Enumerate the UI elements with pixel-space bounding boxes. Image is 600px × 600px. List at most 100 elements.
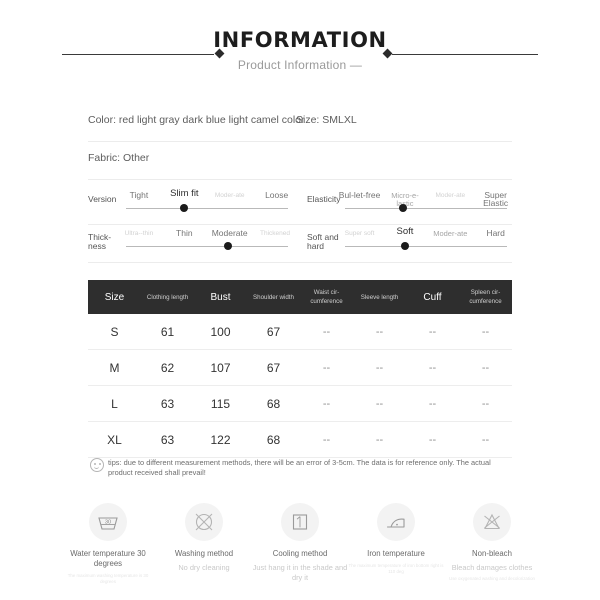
tick-label: Tight	[129, 190, 149, 200]
tick-label: Hard	[486, 228, 505, 238]
cell-bust: 107	[210, 360, 231, 375]
cell-cuff: --	[428, 397, 437, 410]
care-faint-note: The maximum washing temperature is 30 de…	[67, 573, 149, 584]
table-header-cell: Cuff	[423, 291, 442, 303]
tips-note: tips: due to different measurement metho…	[90, 458, 514, 478]
care-title: Water temperature 30 degrees	[70, 549, 146, 568]
care-instructions: 30 Water temperature 30 degrees The maxi…	[60, 503, 540, 586]
table-header-cell: Sleeve length	[360, 293, 399, 301]
cell-length: 63	[160, 396, 175, 411]
hang-dry-icon	[281, 503, 319, 541]
tick-label: Moder-ate	[214, 192, 245, 199]
cell-bust: 100	[210, 324, 231, 339]
tick-label: Ultra--thin	[124, 230, 154, 237]
tick-label-selected: Moderate	[211, 228, 248, 238]
care-title: Non-bleach	[472, 549, 512, 558]
attribute-thickness: Thick-ness Ultra--thin Thin Moderate Thi…	[88, 224, 293, 262]
tick-label: Moder-ate	[433, 229, 468, 238]
table-header-cell: Clothing length	[146, 293, 189, 301]
no-bleach-icon	[473, 503, 511, 541]
cell-spleen: --	[481, 397, 490, 410]
smiley-face-icon	[90, 458, 104, 472]
table-row: XL 63 122 68 -- -- -- --	[88, 422, 512, 458]
table-header-cell: Size	[104, 291, 125, 303]
attribute-version: Version Tight Slim fit Moder-ate Loose	[88, 186, 293, 224]
wash-tub-30-icon: 30	[89, 503, 127, 541]
care-title: Washing method	[174, 549, 234, 558]
tick-label: Moder-ate	[435, 192, 466, 199]
care-title: Cooling method	[272, 549, 328, 558]
slider[interactable]: Tight Slim fit Moder-ate Loose	[126, 186, 288, 224]
cell-shoulder: 68	[266, 432, 281, 447]
cell-spleen: --	[481, 361, 490, 374]
cell-cuff: --	[428, 361, 437, 374]
tick-label: Super Elastic	[483, 190, 509, 208]
cell-waist: --	[322, 433, 331, 446]
product-information-page: INFORMATION Product Information — Color:…	[0, 0, 600, 600]
table-row: L 63 115 68 -- -- -- --	[88, 386, 512, 422]
table-header-cell: Spleen cir-cumference	[469, 289, 502, 305]
cell-bust: 115	[210, 396, 231, 411]
attribute-elasticity: Elasticity Bul-let-free Micro-e-lastic M…	[307, 186, 512, 224]
svg-text:30: 30	[105, 520, 111, 526]
care-item-iron-temperature: Iron temperature The maximum temperature…	[348, 503, 444, 586]
care-item-cooling-method: Cooling method Just hang it in the shade…	[252, 503, 348, 586]
header-rule-right	[392, 54, 538, 55]
info-row: Color: red light gray dark blue light ca…	[88, 103, 512, 142]
table-header-cell: Waist cir-cumference	[310, 289, 343, 305]
slider[interactable]: Super soft Soft Moder-ate Hard	[345, 224, 507, 262]
cell-sleeve: --	[375, 361, 384, 374]
table-header-cell: Bust	[210, 291, 231, 303]
cell-cuff: --	[428, 433, 437, 446]
iron-icon	[377, 503, 415, 541]
table-row: M 62 107 67 -- -- -- --	[88, 350, 512, 386]
cell-waist: --	[322, 361, 331, 374]
cell-shoulder: 68	[266, 396, 281, 411]
size-value: Size: SMLXL	[296, 114, 357, 126]
table-header-row: Size Clothing length Bust Shoulder width…	[88, 280, 512, 314]
tick-label-selected: Slim fit	[170, 188, 199, 199]
slider-track	[126, 246, 288, 247]
header-rule-left	[62, 54, 214, 55]
tips-text: tips: due to different measurement metho…	[108, 458, 491, 477]
table-header-cell: Shoulder width	[253, 293, 294, 301]
care-title: Iron temperature	[367, 549, 425, 558]
slider-thumb[interactable]	[399, 204, 408, 212]
divider	[88, 262, 512, 263]
cell-length: 61	[160, 324, 175, 339]
tick-label: Thin	[176, 228, 193, 238]
slider-track	[126, 208, 288, 209]
info-row-color-size: Color: red light gray dark blue light ca…	[88, 103, 512, 142]
cell-size: L	[111, 396, 118, 411]
slider-track	[345, 208, 507, 209]
cell-sleeve: --	[375, 325, 384, 338]
page-title: INFORMATION	[213, 28, 387, 52]
cell-size: XL	[107, 432, 122, 447]
size-table: Size Clothing length Bust Shoulder width…	[88, 280, 512, 458]
cell-size: M	[109, 360, 120, 375]
cell-cuff: --	[428, 325, 437, 338]
tick-label: Bul-let-free	[338, 190, 381, 200]
cell-shoulder: 67	[266, 360, 281, 375]
care-faint-note: Use oxygenated washing and decolorizatio…	[449, 576, 535, 581]
care-sub: No dry cleaning	[178, 563, 230, 572]
cell-spleen: --	[481, 325, 490, 338]
care-item-water-temperature: 30 Water temperature 30 degrees The maxi…	[60, 503, 156, 586]
slider-thumb[interactable]	[180, 204, 189, 212]
cell-size: S	[110, 324, 119, 339]
tick-label: Super soft	[344, 230, 375, 237]
care-item-non-bleach: Non-bleach Bleach damages clothes Use ox…	[444, 503, 540, 586]
slider-track	[345, 246, 507, 247]
cell-length: 63	[160, 432, 175, 447]
cell-bust: 122	[210, 432, 231, 447]
tick-label: Thickened	[260, 230, 291, 237]
slider-thumb[interactable]	[224, 242, 233, 250]
table-row: S 61 100 67 -- -- -- --	[88, 314, 512, 350]
care-sub: Bleach damages clothes	[451, 563, 533, 572]
slider[interactable]: Bul-let-free Micro-e-lastic Moder-ate Su…	[339, 186, 508, 224]
no-dry-clean-icon	[185, 503, 223, 541]
slider[interactable]: Ultra--thin Thin Moderate Thickened	[125, 224, 290, 262]
divider	[88, 224, 512, 225]
slider-thumb[interactable]	[400, 242, 409, 250]
color-value: Color: red light gray dark blue light ca…	[88, 114, 305, 126]
